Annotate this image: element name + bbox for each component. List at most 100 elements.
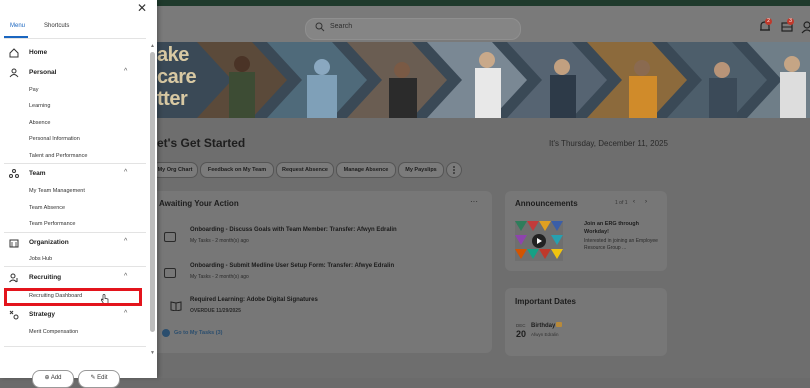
chevron-up-icon: ^ — [124, 273, 128, 280]
quick-link-payslips[interactable]: My Payslips — [398, 162, 444, 178]
book-icon — [170, 301, 182, 311]
announcements-card: Announcements 1 of 1 ‹ › Join an ERG thr… — [505, 191, 667, 271]
menu-section-strategy[interactable]: Strategy ^ — [0, 307, 150, 323]
team-icon — [9, 169, 19, 178]
quick-link-manage-absence[interactable]: Manage Absence — [336, 162, 396, 178]
erg-announcement-image — [515, 221, 563, 261]
edit-button[interactable]: ✎ Edit — [78, 370, 120, 388]
divider — [4, 232, 146, 233]
add-button[interactable]: ⊕ Add — [32, 370, 74, 388]
profile-icon[interactable] — [800, 20, 810, 34]
building-icon — [9, 239, 19, 248]
menu-item-home[interactable]: Home — [0, 45, 150, 61]
notification-badge: 2 — [765, 18, 772, 25]
page-title: et's Get Started — [157, 136, 246, 150]
announcement-headline[interactable]: Join an ERG through Workday! — [584, 220, 662, 236]
divider — [4, 38, 146, 39]
add-button-label: Add — [50, 375, 62, 381]
announcement-pager: 1 of 1 — [615, 200, 628, 206]
important-dates-title: Important Dates — [515, 297, 576, 306]
more-options-icon[interactable] — [446, 162, 462, 178]
menu-section-team[interactable]: Team ^ — [0, 166, 150, 182]
chevron-up-icon: ^ — [124, 169, 128, 176]
section-label: Team — [29, 170, 46, 177]
section-label: Personal — [29, 69, 57, 76]
go-to-tasks-link[interactable]: Go to My Tasks (3) — [174, 330, 223, 336]
task-item[interactable]: Required Learning: Adobe Digital Signatu… — [150, 295, 490, 317]
inbox-task-icon — [164, 268, 176, 278]
gift-icon — [556, 322, 562, 327]
menu-section-organization[interactable]: Organization ^ — [0, 235, 150, 251]
quick-link-feedback[interactable]: Feedback on My Team — [200, 162, 274, 178]
banner-text-line2: care — [157, 66, 197, 88]
tasks-link-icon — [162, 329, 170, 337]
menu-item-merit-compensation[interactable]: Merit Compensation — [29, 329, 78, 335]
divider — [4, 266, 146, 267]
edit-button-label: Edit — [97, 375, 108, 381]
task-meta-overdue: OVERDUE 11/29/2025 — [190, 308, 241, 314]
chevron-up-icon: ^ — [124, 68, 128, 75]
quick-link-request-absence[interactable]: Request Absence — [276, 162, 334, 178]
banner-text-line1: ake — [157, 44, 189, 66]
banner-text-line3: tter — [157, 88, 188, 110]
menu-tabs: Menu Shortcuts — [0, 0, 157, 38]
divider — [4, 163, 146, 164]
menu-item-pay[interactable]: Pay — [29, 87, 38, 93]
awaiting-title: Awaiting Your Action — [159, 199, 239, 208]
current-date: It's Thursday, December 11, 2025 — [549, 139, 668, 148]
menu-item-learning[interactable]: Learning — [29, 103, 50, 109]
next-arrow-icon[interactable]: › — [645, 199, 647, 205]
menu-section-personal[interactable]: Personal ^ — [0, 65, 150, 81]
menu-item-personal-information[interactable]: Personal Information — [29, 136, 80, 142]
menu-item-talent-performance[interactable]: Talent and Performance — [29, 153, 87, 159]
divider — [4, 346, 146, 347]
recruiting-icon — [9, 273, 18, 283]
search-icon — [315, 22, 325, 32]
highlight-box — [4, 288, 142, 306]
announcement-body: Interested in joining an Employee Resour… — [584, 238, 658, 251]
menu-section-recruiting[interactable]: Recruiting ^ — [0, 270, 150, 286]
search-bar[interactable]: Search — [305, 18, 521, 40]
menu-item-team-performance[interactable]: Team Performance — [29, 221, 75, 227]
awaiting-action-card: Awaiting Your Action ··· Onboarding - Di… — [150, 191, 492, 353]
task-title: Onboarding - Submit Medline User Setup F… — [190, 263, 395, 269]
search-placeholder: Search — [330, 23, 353, 30]
task-item[interactable]: Onboarding - Submit Medline User Setup F… — [150, 261, 490, 283]
tab-shortcuts[interactable]: Shortcuts — [44, 23, 69, 29]
chevron-up-icon: ^ — [124, 238, 128, 245]
menu-item-team-absence[interactable]: Team Absence — [29, 205, 65, 211]
navigation-menu-panel: Menu Shortcuts ✕ Home Personal ^ Pay Lea… — [0, 0, 157, 388]
announcements-title: Announcements — [515, 199, 578, 208]
menu-item-jobs-hub[interactable]: Jobs Hub — [29, 256, 52, 262]
inbox-badge: 3 — [787, 18, 794, 25]
date-event: Birthday — [531, 323, 556, 329]
banner-image-collage — [157, 42, 810, 118]
card-menu-icon[interactable]: ··· — [470, 197, 478, 206]
menu-item-absence[interactable]: Absence — [29, 120, 50, 126]
scroll-up-arrow[interactable]: ▲ — [150, 43, 155, 49]
date-person: Afwyn Edralin — [531, 332, 559, 337]
chevron-up-icon: ^ — [124, 310, 128, 317]
scroll-down-arrow[interactable]: ▼ — [150, 350, 155, 356]
person-icon — [9, 68, 19, 78]
date-day: 20 — [516, 329, 527, 339]
tab-menu[interactable]: Menu — [10, 23, 25, 29]
task-title: Onboarding - Discuss Goals with Team Mem… — [190, 227, 397, 233]
task-meta: My Tasks - 2 month(s) ago — [190, 238, 249, 244]
menu-item-my-team-management[interactable]: My Team Management — [29, 188, 85, 194]
menu-home-label: Home — [29, 49, 48, 56]
section-label: Strategy — [29, 311, 56, 318]
home-icon — [9, 48, 19, 58]
menu-scrollbar[interactable] — [150, 52, 155, 332]
task-meta: My Tasks - 2 month(s) ago — [190, 274, 249, 280]
hero-banner: ake care tter — [157, 42, 810, 118]
close-icon[interactable]: ✕ — [137, 1, 147, 15]
strategy-icon — [9, 310, 19, 320]
task-title: Required Learning: Adobe Digital Signatu… — [190, 297, 318, 303]
quick-link-org-chart[interactable]: My Org Chart — [152, 162, 198, 178]
inbox-task-icon — [164, 232, 176, 242]
task-item[interactable]: Onboarding - Discuss Goals with Team Mem… — [150, 225, 490, 247]
date-month: DEC — [516, 323, 526, 328]
prev-arrow-icon[interactable]: ‹ — [633, 199, 635, 205]
section-label: Organization — [29, 239, 69, 246]
